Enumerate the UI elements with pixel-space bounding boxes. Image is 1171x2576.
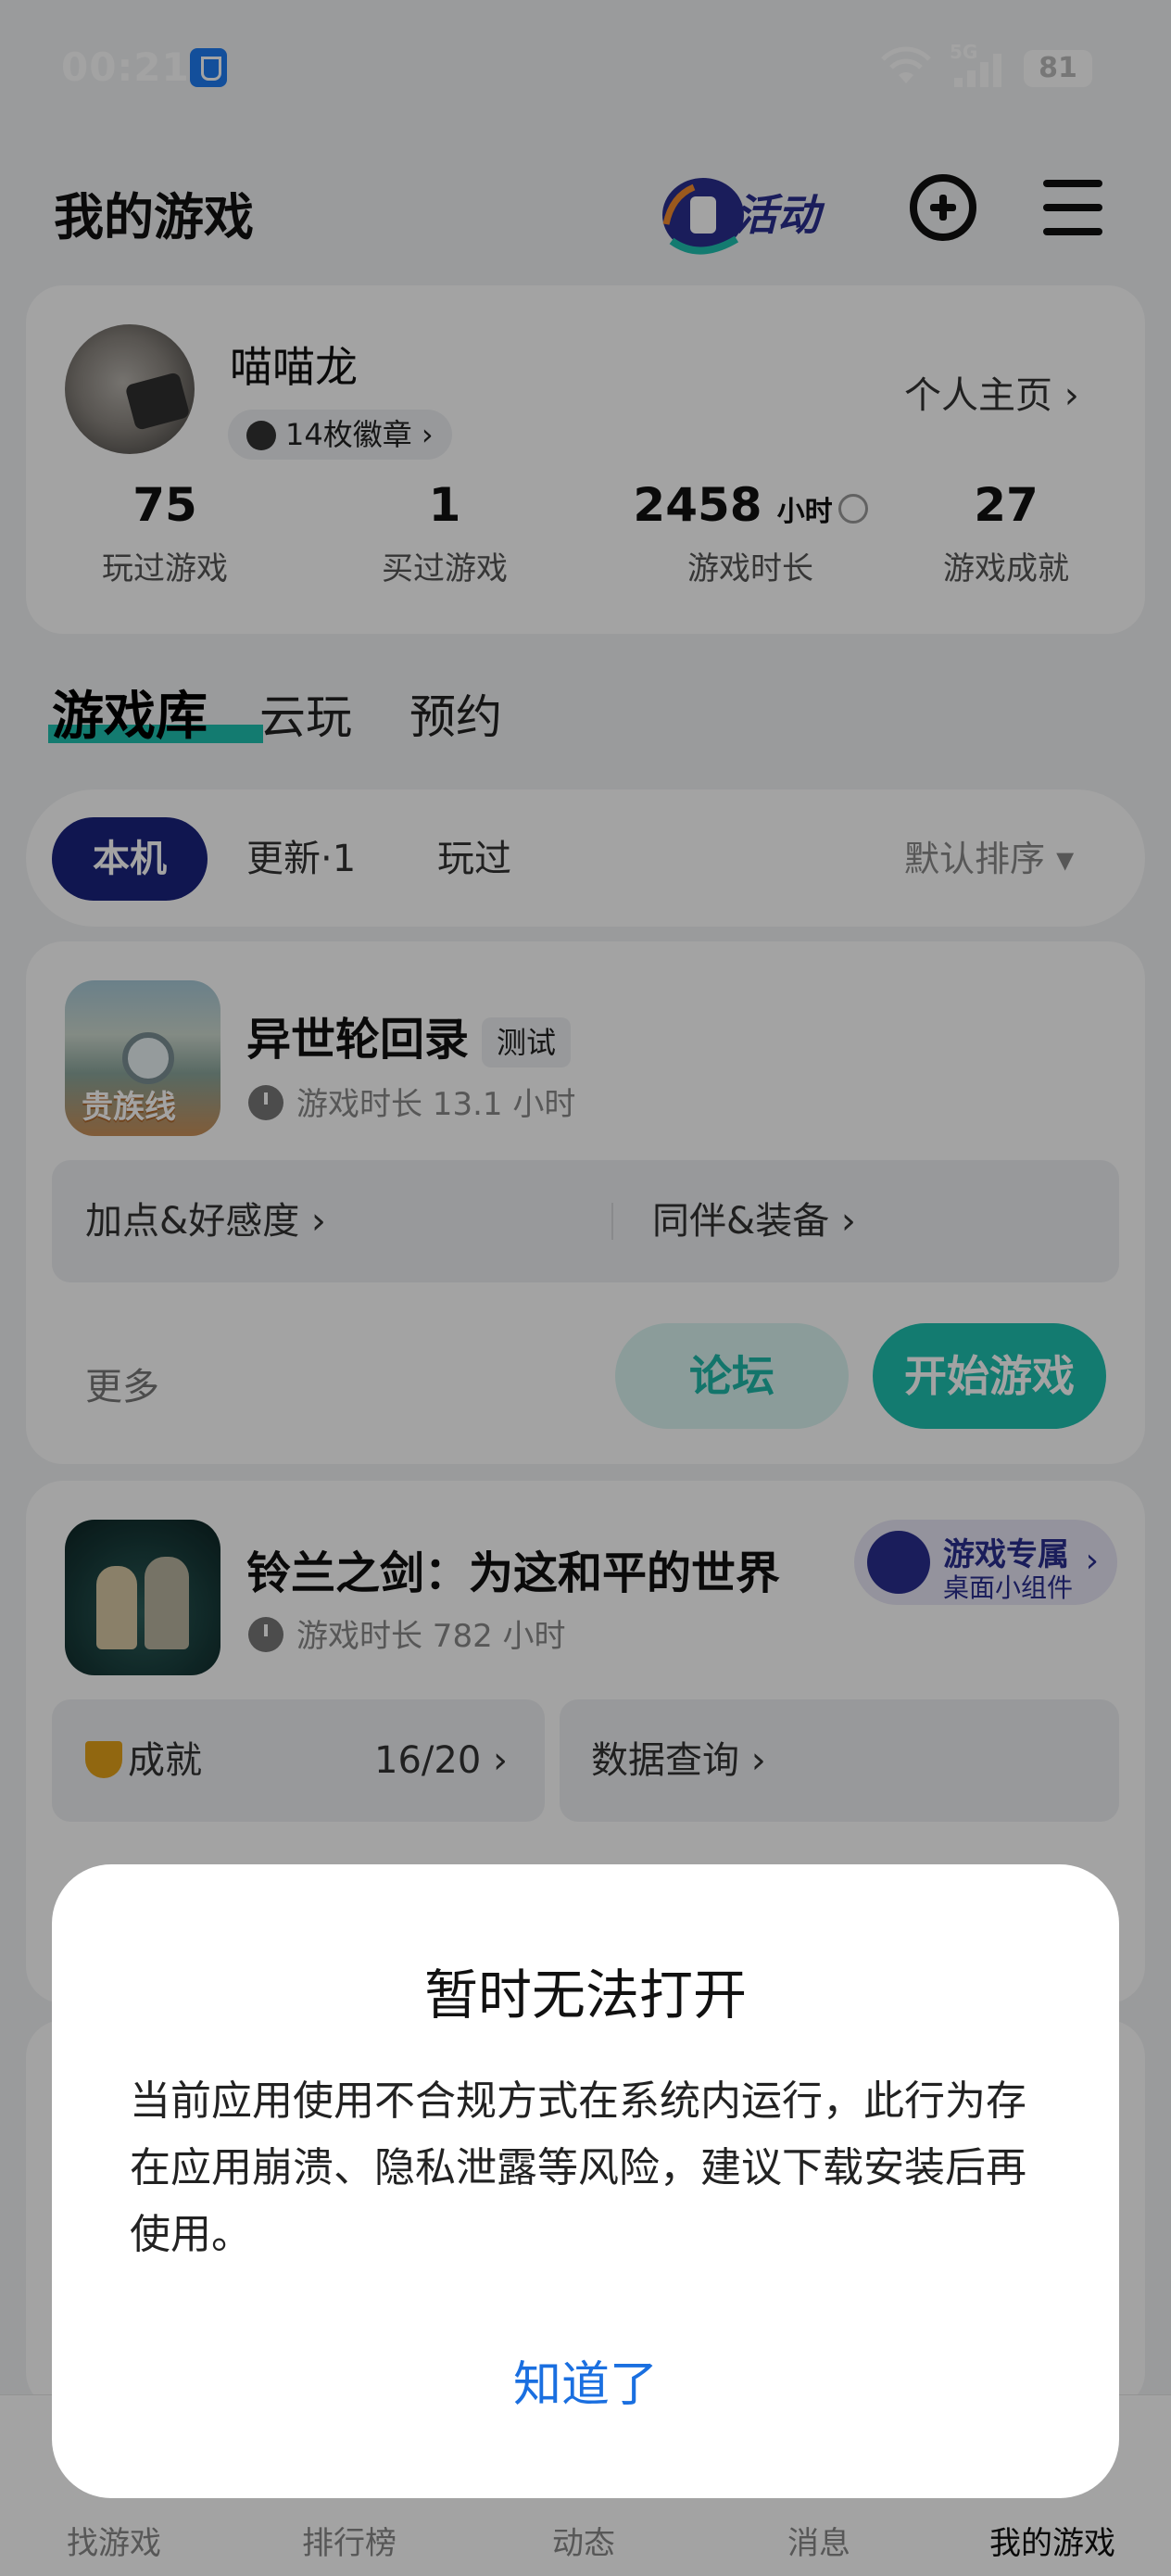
dialog-message: 当前应用使用不合规方式在系统内运行，此行为存在应用崩溃、隐私泄露等风险，建议下载…	[130, 2077, 1026, 2258]
dialog-ok-button[interactable]: 知道了	[447, 2337, 724, 2433]
alert-dialog: 暂时无法打开 当前应用使用不合规方式在系统内运行，此行为存在应用崩溃、隐私泄露等…	[52, 1864, 1119, 2498]
dialog-title: 暂时无法打开	[423, 1964, 747, 2027]
